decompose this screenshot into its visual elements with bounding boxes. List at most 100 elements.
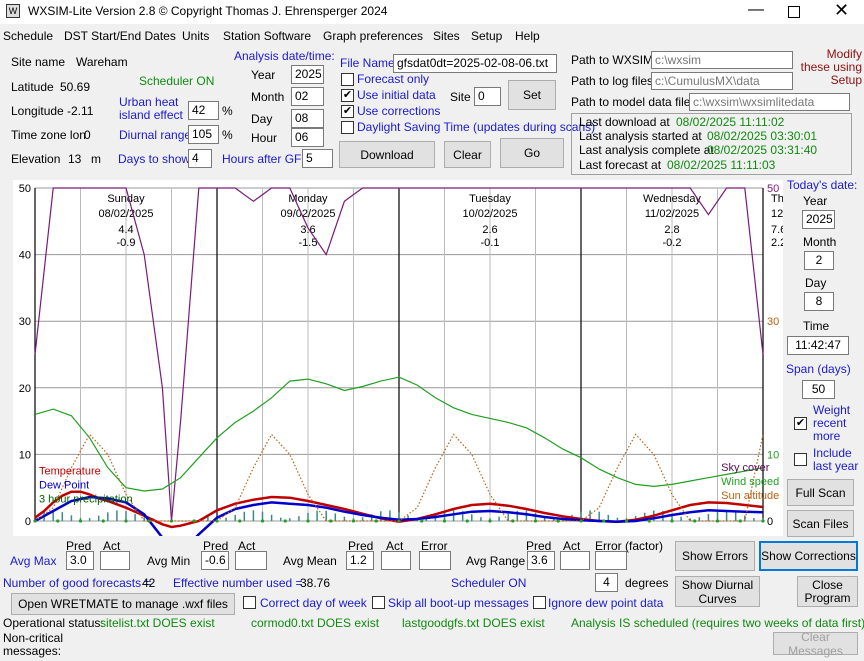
open-wretmate-button[interactable]: Open WRETMATE to manage .wxf files <box>11 593 235 615</box>
menu-station-software[interactable]: Station Software <box>223 29 311 43</box>
avg-range-error-input[interactable] <box>595 551 627 570</box>
avg-range-pred-input[interactable]: 3.6 <box>527 551 555 570</box>
legend-right-item: Sky cover <box>721 462 770 474</box>
clear-button[interactable]: Clear <box>444 141 491 168</box>
avg-max-pred-input[interactable]: 3.0 <box>66 551 94 570</box>
path-log-label: Path to log files <box>571 74 654 88</box>
weight-recent-checkbox[interactable]: ✔ <box>794 417 807 430</box>
legend-left-item: Dew Point <box>39 479 89 491</box>
dst-checkbox[interactable] <box>341 121 354 134</box>
analysis-day-input[interactable]: 08 <box>291 109 324 128</box>
analysis-hour-input[interactable]: 06 <box>291 128 324 147</box>
avg-max-label: Avg Max <box>10 554 57 568</box>
span-days-input[interactable]: 50 <box>802 380 835 399</box>
menu-setup[interactable]: Setup <box>471 29 502 43</box>
zero-marker <box>101 519 105 523</box>
zero-marker <box>329 519 333 523</box>
diurnal-input[interactable]: 105 <box>188 125 219 144</box>
days-to-show-input[interactable]: 4 <box>188 149 212 168</box>
avg-mean-pred-input[interactable]: 1.2 <box>346 551 374 570</box>
zero-marker <box>78 519 83 523</box>
avg-mean-error-input[interactable] <box>419 551 451 570</box>
scheduler-status-bottom: Scheduler ON <box>451 576 527 590</box>
zero-marker <box>56 519 60 523</box>
elevation-value: 13 <box>68 152 82 166</box>
maximize-icon[interactable] <box>788 6 800 18</box>
uhi-input[interactable]: 42 <box>188 101 219 120</box>
skip-boot-checkbox[interactable] <box>372 596 385 609</box>
show-corrections-button[interactable]: Show Corrections <box>759 541 858 571</box>
include-last-year-checkbox[interactable] <box>794 453 807 466</box>
avg-range-act-input[interactable] <box>560 551 590 570</box>
last-forecast-value: 08/02/2025 11:11:03 <box>667 158 776 172</box>
weight-recent-label: Weight recent more <box>813 403 851 443</box>
analysis-complete-value: 08/02/2025 03:31:40 <box>707 143 818 157</box>
analysis-complete-label: Last analysis complete at <box>579 143 714 157</box>
avg-mean-act-input[interactable] <box>381 551 411 570</box>
correct-day-checkbox[interactable] <box>243 596 256 609</box>
menu-units[interactable]: Units <box>182 29 209 43</box>
clear-messages-button[interactable]: Clear Messages <box>773 630 858 658</box>
last-download-label: Last download at <box>579 115 670 129</box>
path-model-input[interactable]: c:\wxsim\wxsimlitedata <box>689 93 850 111</box>
zero-marker <box>33 519 37 523</box>
zero-marker <box>715 519 720 523</box>
right-tick-label: 10 <box>767 449 779 461</box>
menu-graph-preferences[interactable]: Graph preferences <box>323 29 423 43</box>
avg-max-act-input[interactable] <box>100 551 130 570</box>
full-scan-button[interactable]: Full Scan <box>787 479 854 506</box>
avg-min-act-input[interactable] <box>235 551 267 570</box>
y-tick-label: 30 <box>19 316 31 328</box>
file-name-input[interactable]: gfsdat0dt=2025-02-08-06.txt <box>393 54 557 73</box>
menu-dst[interactable]: DST Start/End Dates <box>64 29 176 43</box>
file-name-label: File Name <box>340 56 395 70</box>
go-button[interactable]: Go <box>500 138 564 168</box>
today-day-input[interactable]: 8 <box>804 292 834 311</box>
uhi-label: Urban heat island effect <box>119 95 183 122</box>
degrees-input[interactable]: 4 <box>595 573 618 592</box>
close-icon[interactable]: ✕ <box>834 0 849 21</box>
show-errors-button[interactable]: Show Errors <box>675 541 755 571</box>
path-wxsim-label: Path to WXSIM <box>571 53 654 67</box>
hours-gfs-input[interactable]: 5 <box>302 149 333 168</box>
today-month-input[interactable]: 2 <box>804 251 834 270</box>
operational-status-label: Operational status: <box>3 616 104 630</box>
window-title: WXSIM-Lite Version 2.8 © Copyright Thoma… <box>28 4 388 18</box>
set-button[interactable]: Set <box>508 80 556 110</box>
day-max: 7.6 <box>771 224 783 236</box>
site-number-input[interactable]: 0 <box>474 87 501 106</box>
right-tick-label: 30 <box>767 316 779 328</box>
right-tick-label: 0 <box>767 516 773 528</box>
day-date: 10/02/2025 <box>462 208 517 220</box>
last-download-value: 08/02/2025 11:11:02 <box>676 115 785 129</box>
analysis-year-input[interactable]: 2025 <box>291 65 324 84</box>
menu-sites[interactable]: Sites <box>433 29 460 43</box>
use-initial-checkbox[interactable]: ✔ <box>341 89 354 102</box>
menu-help[interactable]: Help <box>515 29 540 43</box>
analysis-month-input[interactable]: 02 <box>291 87 324 106</box>
zero-marker <box>442 519 447 523</box>
span-days-label: Span (days) <box>786 362 851 376</box>
avg-min-pred-input[interactable]: -0.6 <box>201 551 229 570</box>
ignore-dew-checkbox[interactable] <box>533 596 546 609</box>
day-min: 2.2 <box>771 237 783 249</box>
menu-schedule[interactable]: Schedule <box>3 29 53 43</box>
status-analysis: Analysis IS scheduled (requires two week… <box>571 616 864 630</box>
show-diurnal-button[interactable]: Show Diurnal Curves <box>675 576 760 607</box>
hours-gfs-label: Hours after GFS <box>222 152 310 166</box>
path-log-input[interactable]: c:\CumulusMX\data <box>651 72 793 90</box>
download-button[interactable]: Download <box>339 141 435 168</box>
scan-files-button[interactable]: Scan Files <box>787 510 854 537</box>
today-month-label: Month <box>803 235 837 249</box>
status-sitelist: sitelist.txt DOES exist <box>100 616 215 630</box>
use-corrections-checkbox[interactable]: ✔ <box>341 105 354 118</box>
today-year-input[interactable]: 2025 <box>802 210 835 229</box>
close-program-button[interactable]: Close Program <box>797 576 858 607</box>
path-wxsim-input[interactable]: c:\wxsim <box>651 51 793 69</box>
diurnal-unit: % <box>222 128 233 142</box>
day-max: 3.6 <box>300 224 315 236</box>
forecast-only-checkbox[interactable] <box>341 73 354 86</box>
minimize-icon[interactable]: — <box>748 1 764 19</box>
today-time-input[interactable]: 11:42:47 <box>787 336 849 355</box>
today-year-label: Year <box>803 194 828 208</box>
